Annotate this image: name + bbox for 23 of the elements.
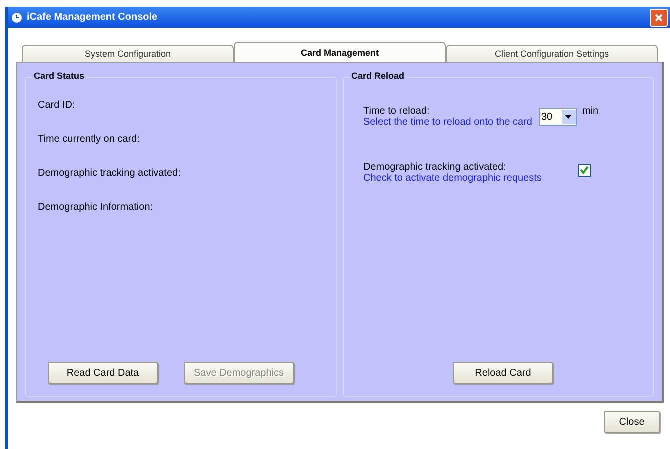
- close-icon[interactable]: [650, 8, 668, 26]
- unit-label: min: [582, 106, 599, 117]
- clock-icon: [11, 12, 23, 24]
- group-title: Card Reload: [350, 71, 407, 81]
- tab[interactable]: System Configuration: [22, 45, 234, 62]
- field-label: Time to reload:: [364, 106, 431, 117]
- tab[interactable]: Card Management: [234, 42, 446, 62]
- field-label: Demographic Information:: [38, 202, 154, 213]
- window-title: iCafe Management Console: [27, 12, 159, 23]
- group-title: Card Status: [32, 71, 87, 81]
- action-button[interactable]: Read Card Data: [48, 362, 158, 384]
- field-label: Time currently on card:: [38, 134, 140, 145]
- caret-icon: [565, 115, 572, 119]
- hint-text: Check to activate demographic requests: [364, 173, 542, 184]
- hint-text: Select the time to reload onto the card: [364, 117, 532, 128]
- checkbox[interactable]: [578, 164, 591, 177]
- field-label: Demographic tracking activated:: [364, 162, 508, 173]
- field-label: Demographic tracking activated:: [38, 168, 181, 179]
- close-button[interactable]: Close: [604, 411, 660, 433]
- time-dropdown[interactable]: 30: [538, 108, 576, 126]
- reload-button[interactable]: Reload Card: [453, 362, 554, 384]
- field-label: Card ID:: [38, 100, 76, 111]
- tab[interactable]: Client Configuration Settings: [446, 45, 658, 62]
